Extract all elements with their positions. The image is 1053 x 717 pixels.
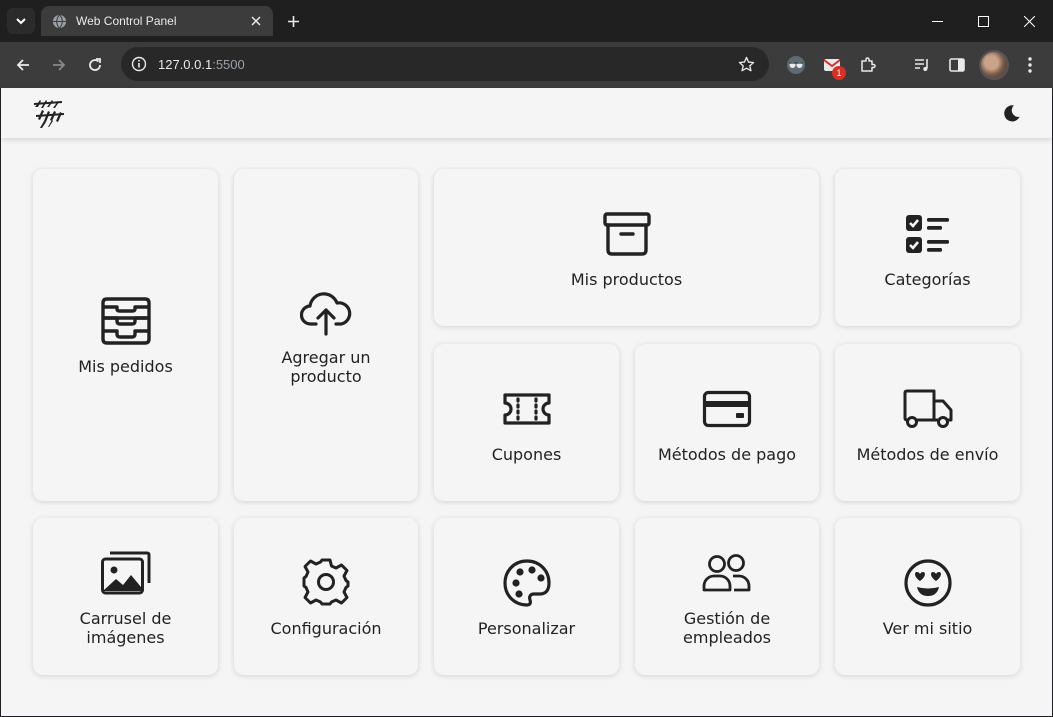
moon-icon xyxy=(1003,104,1020,121)
images-icon xyxy=(99,546,153,600)
arrow-right-icon xyxy=(53,59,66,71)
url-port: :5500 xyxy=(212,56,245,72)
maximize-icon xyxy=(977,15,989,27)
heart-eyes-icon xyxy=(901,556,955,610)
new-tab-button[interactable] xyxy=(280,9,306,33)
users-icon xyxy=(700,546,754,600)
archive-box-icon xyxy=(600,207,654,261)
page-content: Mis pedidos Agregar un producto Mis prod… xyxy=(1,88,1052,716)
card-customize[interactable]: Personalizar xyxy=(434,518,619,675)
credit-card-icon xyxy=(700,382,754,436)
close-window-icon xyxy=(1023,15,1035,27)
cloud-upload-icon xyxy=(299,285,353,339)
browser-titlebar: Web Control Panel xyxy=(0,0,1053,42)
browser-tab[interactable]: Web Control Panel xyxy=(41,6,273,36)
bookmark-star-icon[interactable] xyxy=(735,53,757,75)
tab-search-button[interactable] xyxy=(7,8,35,34)
card-add-product[interactable]: Agregar un producto xyxy=(234,169,418,501)
card-add-product-label: Agregar un producto xyxy=(281,347,371,386)
card-employees[interactable]: Gestión de empleados xyxy=(635,518,819,675)
card-payment-label: Métodos de pago xyxy=(657,444,797,464)
browser-toolbar: 127.0.0.1:5500 xyxy=(0,42,1053,88)
inbox-stack-icon xyxy=(99,294,153,348)
card-categories[interactable]: Categorías xyxy=(835,169,1020,326)
forward-button[interactable] xyxy=(44,50,74,80)
card-products-label: Mis productos xyxy=(570,269,683,289)
card-employees-label: Gestión de empleados xyxy=(683,609,771,647)
ticket-icon xyxy=(500,382,554,436)
card-shipping-label: Métodos de envío xyxy=(856,444,999,464)
minimize-icon xyxy=(931,20,943,22)
card-view-site[interactable]: Ver mi sitio xyxy=(835,518,1020,675)
card-orders[interactable]: Mis pedidos xyxy=(33,169,218,501)
profile-avatar[interactable] xyxy=(979,50,1009,80)
extension-badge: 1 xyxy=(832,66,846,80)
url-host: 127.0.0.1 xyxy=(158,56,213,72)
maximize-button[interactable] xyxy=(960,0,1006,42)
card-coupons-label: Cupones xyxy=(491,444,562,464)
extensions-puzzle-icon[interactable] xyxy=(853,50,883,80)
arrow-left-icon xyxy=(16,59,29,71)
card-shipping-methods[interactable]: Métodos de envío xyxy=(835,344,1020,501)
url-text: 127.0.0.1:5500 xyxy=(158,57,735,72)
card-customize-label: Personalizar xyxy=(477,618,576,638)
media-control-icon[interactable] xyxy=(907,50,937,80)
card-products[interactable]: Mis productos xyxy=(434,169,819,326)
card-settings[interactable]: Configuración xyxy=(234,518,418,675)
close-icon[interactable] xyxy=(247,12,265,30)
side-panel-icon[interactable] xyxy=(942,50,972,80)
chevron-down-icon xyxy=(16,18,26,25)
card-payment-methods[interactable]: Métodos de pago xyxy=(635,344,819,501)
site-info-icon[interactable] xyxy=(129,54,149,74)
site-logo[interactable] xyxy=(32,97,66,129)
card-categories-label: Categorías xyxy=(884,269,971,289)
plus-icon xyxy=(287,15,299,27)
checklist-icon xyxy=(901,207,955,261)
reload-button[interactable] xyxy=(80,50,110,80)
card-image-carousel[interactable]: Carrusel de imágenes xyxy=(33,518,218,675)
gear-icon xyxy=(299,556,353,610)
reload-icon xyxy=(89,58,101,71)
site-header xyxy=(1,88,1052,138)
back-button[interactable] xyxy=(8,50,38,80)
extension-glasses-icon[interactable] xyxy=(781,50,811,80)
card-settings-label: Configuración xyxy=(270,618,382,638)
globe-icon xyxy=(51,13,67,29)
browser-menu-icon[interactable] xyxy=(1015,50,1045,80)
card-coupons[interactable]: Cupones xyxy=(434,344,619,501)
palette-icon xyxy=(500,556,554,610)
card-view-site-label: Ver mi sitio xyxy=(882,618,973,638)
minimize-button[interactable] xyxy=(914,0,960,42)
card-carousel-label: Carrusel de imágenes xyxy=(79,609,172,647)
address-bar[interactable]: 127.0.0.1:5500 xyxy=(121,47,769,81)
tab-title: Web Control Panel xyxy=(76,14,177,28)
truck-icon xyxy=(901,382,955,436)
card-orders-label: Mis pedidos xyxy=(78,357,173,376)
theme-toggle-button[interactable] xyxy=(1000,102,1022,124)
close-window-button[interactable] xyxy=(1006,0,1052,42)
